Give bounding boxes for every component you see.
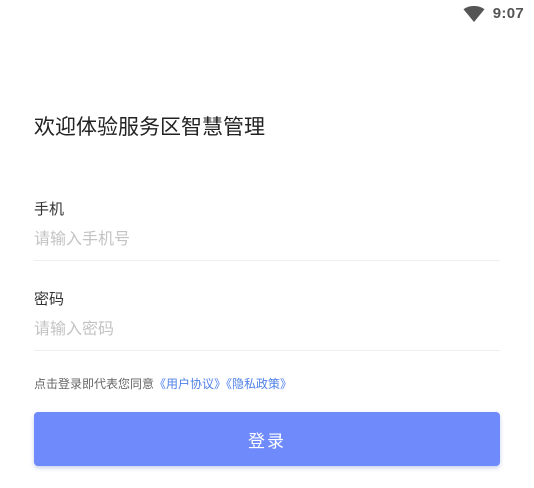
- login-screen: 9:07 欢迎体验服务区智慧管理 手机 密码 点击登录即代表您同意《用户协议》《…: [0, 0, 534, 488]
- page-title: 欢迎体验服务区智慧管理: [34, 115, 265, 139]
- phone-field: 手机: [34, 199, 500, 261]
- phone-input[interactable]: [34, 227, 500, 249]
- agreement-prefix: 点击登录即代表您同意: [34, 377, 155, 391]
- wifi-icon: [463, 6, 485, 22]
- password-divider: [34, 350, 500, 351]
- phone-label: 手机: [34, 200, 65, 218]
- login-button[interactable]: 登录: [34, 412, 500, 466]
- status-time: 9:07: [492, 5, 524, 22]
- password-field: 密码: [34, 289, 500, 351]
- user-agreement-link[interactable]: 《用户协议》: [154, 377, 226, 391]
- phone-divider: [34, 260, 500, 261]
- agreement-text: 点击登录即代表您同意《用户协议》《隐私政策》: [34, 375, 292, 392]
- password-label: 密码: [34, 290, 65, 308]
- status-bar: 9:07: [0, 0, 534, 28]
- privacy-policy-link[interactable]: 《隐私政策》: [226, 377, 292, 391]
- password-input[interactable]: [34, 317, 500, 339]
